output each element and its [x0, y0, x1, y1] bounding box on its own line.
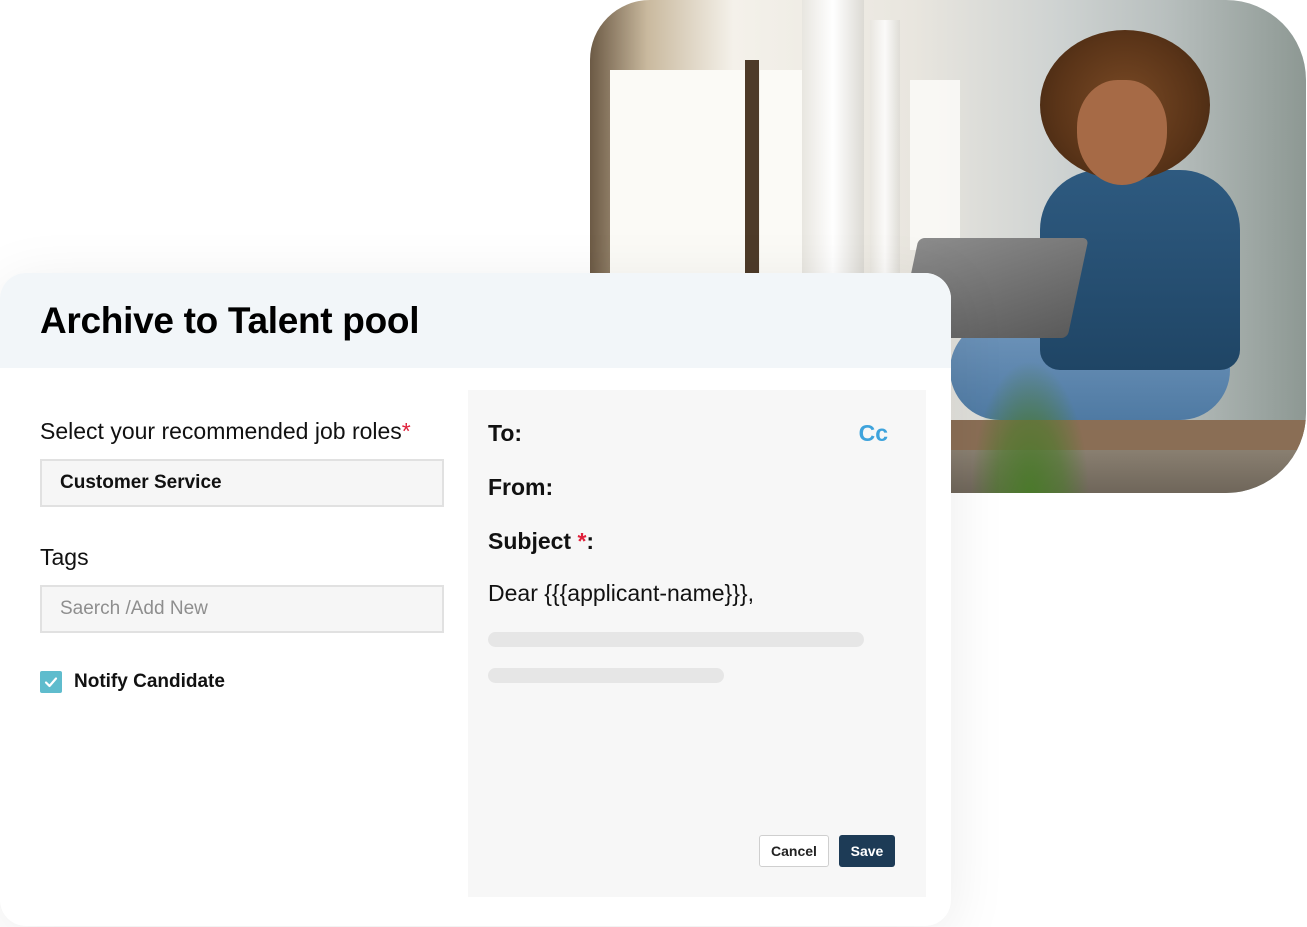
job-roles-label-text: Select your recommended job roles	[40, 418, 402, 444]
photo-window	[610, 70, 745, 280]
notify-candidate-label: Notify Candidate	[74, 671, 225, 692]
dialog-header: Archive to Talent pool	[0, 273, 951, 368]
email-composer: To: Cc From: Subject *: Dear {{{applican…	[468, 390, 926, 897]
job-roles-select[interactable]: Customer Service	[40, 459, 444, 507]
cancel-button[interactable]: Cancel	[759, 835, 829, 867]
photo-person-face	[1077, 80, 1167, 185]
notify-candidate-checkbox[interactable]	[40, 671, 62, 693]
job-roles-label: Select your recommended job roles*	[40, 418, 444, 445]
subject-colon: :	[586, 528, 595, 554]
email-greeting[interactable]: Dear {{{applicant-name}}},	[488, 580, 754, 607]
dialog-title: Archive to Talent pool	[40, 299, 420, 341]
tags-placeholder: Saerch /Add New	[60, 598, 208, 619]
cc-link[interactable]: Cc	[859, 420, 888, 447]
tags-search-input[interactable]: Saerch /Add New	[40, 585, 444, 633]
checkmark-icon	[44, 677, 58, 688]
photo-window-frame	[745, 60, 759, 290]
notify-candidate-row[interactable]: Notify Candidate	[40, 671, 444, 693]
required-marker: *	[401, 418, 411, 444]
archive-dialog: Archive to Talent pool Select your recom…	[0, 273, 951, 926]
archive-form: Select your recommended job roles* Custo…	[40, 418, 444, 693]
save-button[interactable]: Save	[839, 835, 895, 867]
photo-plant	[970, 360, 1090, 493]
to-field[interactable]: To:	[488, 420, 522, 447]
photo-window	[760, 70, 805, 280]
subject-label: Subject	[488, 528, 572, 554]
subject-field[interactable]: Subject *:	[488, 528, 594, 555]
tags-label: Tags	[40, 544, 89, 570]
job-roles-value: Customer Service	[60, 472, 222, 493]
email-body-placeholder-line	[488, 632, 864, 647]
email-body-placeholder-line	[488, 668, 724, 683]
photo-window	[910, 80, 960, 250]
from-field[interactable]: From:	[488, 474, 553, 501]
